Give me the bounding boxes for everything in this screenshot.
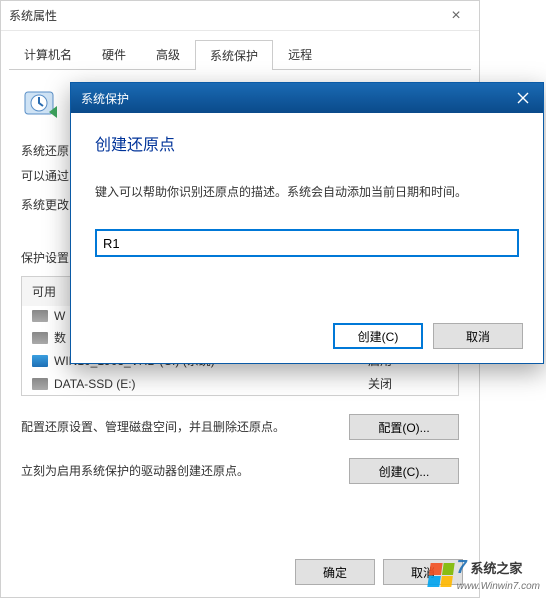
drive-name: DATA-SSD (E:) (54, 377, 136, 391)
dialog-titlebar[interactable]: 系统保护 (71, 83, 543, 113)
dialog-heading: 创建还原点 (95, 131, 519, 155)
dialog-instruction: 键入可以帮助你识别还原点的描述。系统会自动添加当前日期和时间。 (95, 183, 519, 201)
close-icon[interactable] (503, 83, 543, 113)
create-text: 立刻为启用系统保护的驱动器创建还原点。 (21, 462, 335, 480)
drive-icon (32, 310, 48, 322)
drive-name: 数 (54, 329, 66, 346)
create-button[interactable]: 创建(C)... (349, 458, 459, 484)
tab-system-protection[interactable]: 系统保护 (195, 40, 273, 70)
dialog-body: 创建还原点 键入可以帮助你识别还原点的描述。系统会自动添加当前日期和时间。 (71, 113, 543, 275)
tab-strip: 计算机名 硬件 高级 系统保护 远程 (9, 39, 471, 70)
create-row: 立刻为启用系统保护的驱动器创建还原点。 创建(C)... (21, 458, 459, 484)
restore-point-name-input[interactable] (95, 229, 519, 257)
tab-computer-name[interactable]: 计算机名 (9, 39, 87, 69)
close-icon[interactable]: × (441, 1, 471, 31)
tab-advanced[interactable]: 高级 (141, 39, 195, 69)
dialog-title: 系统保护 (81, 90, 503, 107)
titlebar: 系统属性 × (1, 1, 479, 31)
restore-shield-icon (21, 84, 61, 124)
dialog-buttons: 创建(C) 取消 (333, 323, 523, 349)
create-button[interactable]: 创建(C) (333, 323, 423, 349)
ok-button[interactable]: 确定 (295, 559, 375, 585)
tab-hardware[interactable]: 硬件 (87, 39, 141, 69)
window-title: 系统属性 (9, 7, 441, 24)
configure-button[interactable]: 配置(O)... (349, 414, 459, 440)
cancel-button[interactable]: 取消 (433, 323, 523, 349)
table-row[interactable]: DATA-SSD (E:) 关闭 (22, 372, 458, 395)
drive-icon (32, 332, 48, 344)
drive-status: 关闭 (368, 375, 448, 392)
configure-row: 配置还原设置、管理磁盘空间，并且删除还原点。 配置(O)... (21, 414, 459, 440)
dialog-buttons: 确定 取消 (295, 559, 463, 585)
drive-name: W (54, 309, 65, 323)
drive-icon (32, 378, 48, 390)
tab-remote[interactable]: 远程 (273, 39, 327, 69)
create-restore-point-dialog: 系统保护 创建还原点 键入可以帮助你识别还原点的描述。系统会自动添加当前日期和时… (70, 82, 544, 364)
configure-text: 配置还原设置、管理磁盘空间，并且删除还原点。 (21, 418, 335, 436)
cancel-button[interactable]: 取消 (383, 559, 463, 585)
drive-icon (32, 355, 48, 367)
